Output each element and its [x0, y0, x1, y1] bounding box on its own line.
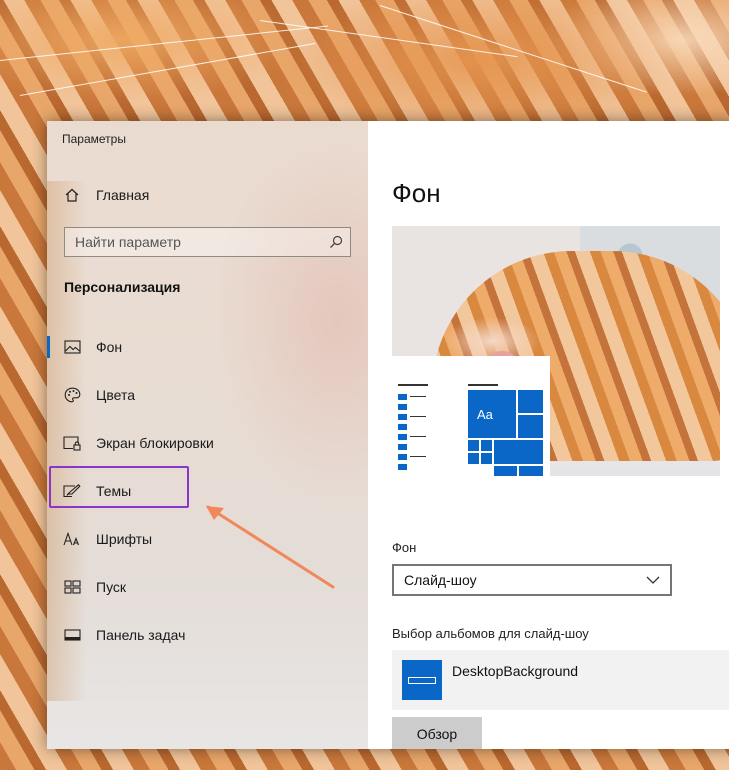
- wallpaper-whisker: [259, 20, 518, 58]
- page-title: Фон: [392, 178, 441, 208]
- background-type-value: Слайд-шоу: [404, 572, 477, 588]
- preview-line: [410, 456, 426, 457]
- nav-item-background[interactable]: Фон: [47, 323, 368, 371]
- search-input[interactable]: [75, 234, 322, 250]
- preview-line: [468, 384, 498, 386]
- nav-item-lock-screen[interactable]: Экран блокировки: [47, 419, 368, 467]
- preview-tile: [494, 440, 543, 464]
- palette-icon: [63, 386, 81, 404]
- albums-label: Выбор альбомов для слайд-шоу: [392, 626, 589, 641]
- search-box[interactable]: [64, 227, 351, 257]
- preview-app-square: [398, 424, 407, 430]
- nav-item-fonts[interactable]: Шрифты: [47, 515, 368, 563]
- nav-item-start[interactable]: Пуск: [47, 563, 368, 611]
- folder-icon-bar: [408, 677, 436, 684]
- album-item[interactable]: DesktopBackground: [392, 650, 729, 710]
- wallpaper-whisker: [379, 5, 647, 93]
- search-icon[interactable]: [322, 228, 350, 256]
- taskbar-icon: [63, 626, 81, 644]
- background-label: Фон: [392, 540, 417, 555]
- nav-item-label: Фон: [96, 339, 123, 355]
- preview-tile: [519, 466, 543, 476]
- picture-icon: [63, 338, 81, 356]
- wallpaper-whisker: [0, 25, 329, 61]
- settings-window: Параметры Главная Персонализация Фон: [47, 121, 729, 749]
- preview-app-square: [398, 444, 407, 450]
- home-label: Главная: [96, 187, 150, 203]
- wallpaper-whisker: [19, 42, 316, 96]
- preview-line: [410, 396, 426, 397]
- home-nav-item[interactable]: Главная: [63, 183, 149, 207]
- preview-line: [410, 436, 426, 437]
- album-name: DesktopBackground: [452, 663, 579, 679]
- nav-item-taskbar[interactable]: Панель задач: [47, 611, 368, 659]
- chevron-down-icon: [646, 571, 660, 589]
- preview-tile: [481, 453, 492, 464]
- themes-highlight-box: [49, 466, 189, 508]
- preview-app-square: [398, 454, 407, 460]
- preview-tile: [518, 415, 543, 438]
- nav-item-label: Шрифты: [96, 531, 153, 547]
- preview-line: [410, 416, 426, 417]
- folder-icon: [402, 660, 442, 700]
- preview-app-square: [398, 394, 407, 400]
- section-title: Персонализация: [64, 279, 181, 295]
- preview-tile: [494, 466, 517, 476]
- preview-tile: [468, 453, 479, 464]
- sidebar: Параметры Главная Персонализация Фон: [47, 121, 368, 749]
- fonts-icon: [63, 530, 81, 548]
- nav-item-label: Пуск: [96, 579, 127, 595]
- preview-app-square: [398, 404, 407, 410]
- preview-tile: [518, 390, 543, 413]
- start-icon: [63, 578, 81, 596]
- preview-tile: [468, 440, 479, 451]
- lock-screen-icon: [63, 434, 81, 452]
- nav-item-colors[interactable]: Цвета: [47, 371, 368, 419]
- preview-app-square: [398, 464, 407, 470]
- preview-tile: [481, 440, 492, 451]
- window-title: Параметры: [62, 132, 126, 146]
- preview-line: [398, 384, 428, 386]
- background-type-select[interactable]: Слайд-шоу: [392, 564, 672, 596]
- home-icon: [63, 186, 81, 204]
- preview-app-square: [398, 434, 407, 440]
- preview-tile: Aa: [468, 390, 516, 438]
- content-pane: Фон Aa Фон Слайд-шоу Выбор альбомов для …: [368, 121, 729, 749]
- preview-app-square: [398, 414, 407, 420]
- nav-item-label: Экран блокировки: [96, 435, 214, 451]
- preview-tile-text: Aa: [477, 407, 493, 422]
- preview-start-menu: Aa: [392, 356, 550, 476]
- preview-tiles: Aa: [468, 390, 543, 476]
- nav-item-label: Цвета: [96, 387, 135, 403]
- browse-button[interactable]: Обзор: [392, 717, 482, 749]
- background-preview: Aa: [392, 226, 720, 476]
- nav-item-label: Панель задач: [96, 627, 186, 643]
